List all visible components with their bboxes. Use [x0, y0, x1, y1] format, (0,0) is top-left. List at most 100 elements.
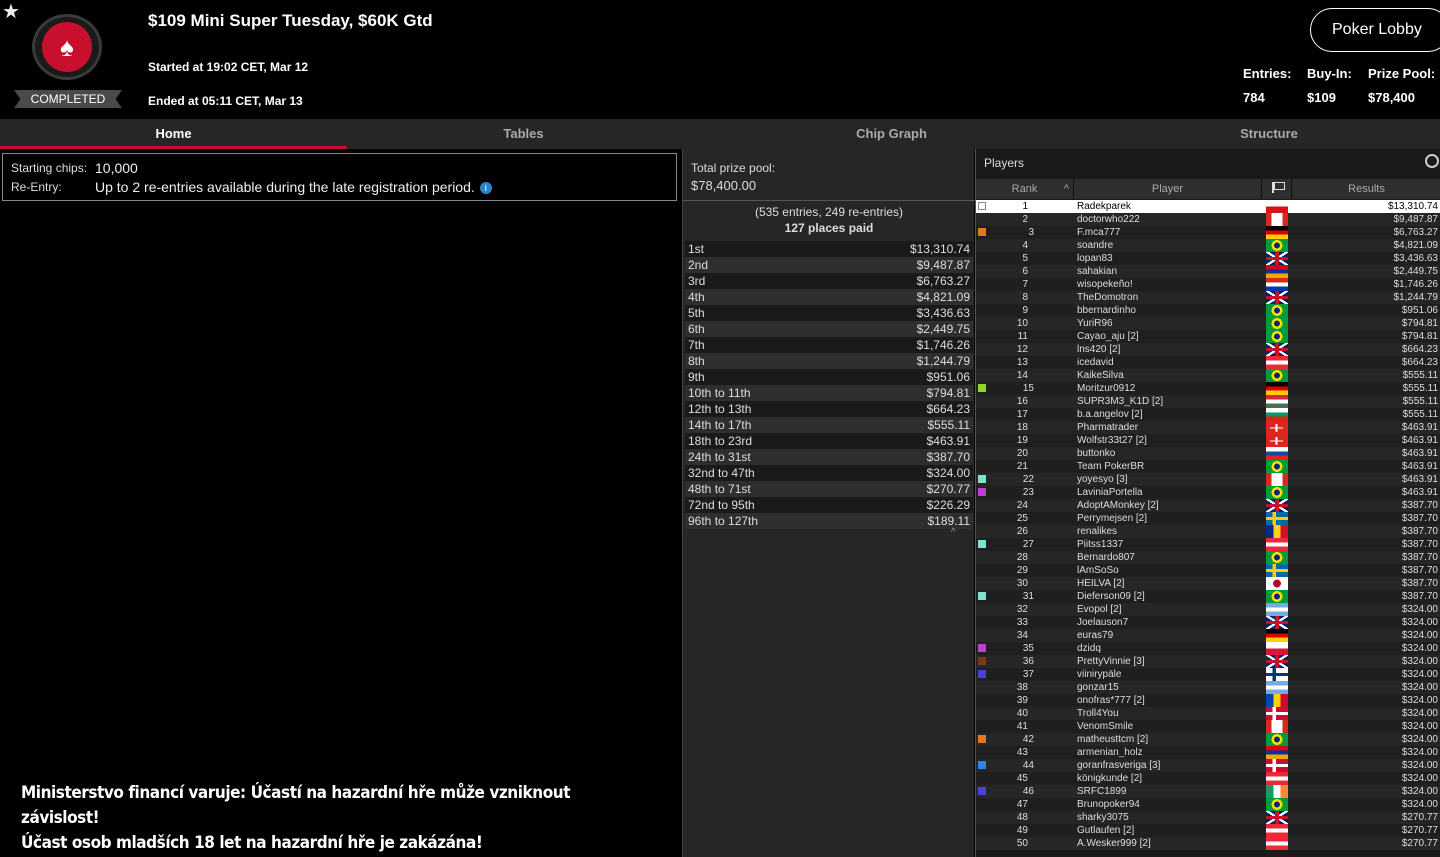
player-row[interactable]: 3 F.mca777 $6,763.27 [976, 226, 1440, 239]
player-row[interactable]: 20 buttonko $463.91 [976, 447, 1440, 460]
player-row[interactable]: 15 Moritzur0912 $555.11 [976, 382, 1440, 395]
player-row[interactable]: 28 Bernardo807 $387.70 [976, 551, 1440, 564]
search-icon[interactable] [1425, 154, 1439, 168]
payout-amount: $9,487.87 [916, 258, 970, 272]
payout-amount: $463.91 [926, 434, 970, 448]
tab-chip-graph[interactable]: Chip Graph [700, 119, 1083, 149]
buyin-summary: Buy-In: $109 [1307, 66, 1352, 105]
country-flag-icon [1266, 408, 1288, 421]
player-rank: 39 [1016, 695, 1028, 706]
flag-icon [1271, 182, 1285, 193]
player-row[interactable]: 40 Troll4You $324.00 [976, 707, 1440, 720]
player-name: doctorwho222 [1077, 214, 1140, 225]
player-row[interactable]: 41 VenomSmile $324.00 [976, 720, 1440, 733]
player-row[interactable]: 29 lAmSoSo $387.70 [976, 564, 1440, 577]
player-row[interactable]: 48 sharky3075 $270.77 [976, 811, 1440, 824]
player-row[interactable]: 8 TheDomotron $1,244.79 [976, 291, 1440, 304]
player-row[interactable]: 12 lns420 [2] $664.23 [976, 343, 1440, 356]
favorite-star-icon[interactable]: ★ [2, 2, 20, 22]
player-column-header[interactable]: Player [1074, 179, 1262, 199]
player-row[interactable]: 9 bbernardinho $951.06 [976, 304, 1440, 317]
tab-tables[interactable]: Tables [347, 119, 700, 149]
player-row[interactable]: 23 LaviniaPortella $463.91 [976, 486, 1440, 499]
payout-amount: $387.70 [926, 450, 970, 464]
player-row[interactable]: 33 Joelauson7 $324.00 [976, 616, 1440, 629]
player-row[interactable]: 34 euras79 $324.00 [976, 629, 1440, 642]
country-flag-icon [1266, 200, 1288, 213]
info-icon[interactable]: i [479, 182, 492, 194]
player-row[interactable]: 30 HEILVA [2] $387.70 [976, 577, 1440, 590]
player-row[interactable]: 24 AdoptAMonkey [2] $387.70 [976, 499, 1440, 512]
player-row[interactable]: 36 PrettyVinnie [3] $324.00 [976, 655, 1440, 668]
player-row[interactable]: 32 Evopol [2] $324.00 [976, 603, 1440, 616]
collapse-caret-icon[interactable]: ^ [951, 527, 956, 538]
player-row[interactable]: 27 Piitss1337 $387.70 [976, 538, 1440, 551]
player-row[interactable]: 19 Wolfstr33t27 [2] $463.91 [976, 434, 1440, 447]
rank-column-header[interactable]: Rank ^ [976, 179, 1074, 199]
player-row[interactable]: 25 Perrymejsen [2] $387.70 [976, 512, 1440, 525]
country-flag-icon [1266, 265, 1288, 278]
payout-row: 2nd $9,487.87 [685, 257, 973, 273]
player-name: A.Wesker999 [2] [1077, 838, 1151, 849]
player-result: $6,763.27 [1393, 227, 1439, 238]
player-name: lAmSoSo [1077, 565, 1119, 576]
player-name: soandre [1077, 240, 1114, 251]
player-row[interactable]: 18 Pharmatrader $463.91 [976, 421, 1440, 434]
tab-home[interactable]: Home [0, 119, 347, 149]
player-row[interactable]: 13 icedavid $664.23 [976, 356, 1440, 369]
player-rank: 34 [1016, 630, 1028, 641]
player-row[interactable]: 21 Team PokerBR $463.91 [976, 460, 1440, 473]
payout-place: 6th [688, 322, 705, 336]
payout-amount: $324.00 [926, 466, 970, 480]
player-rank: 18 [1016, 422, 1028, 433]
player-name: AdoptAMonkey [2] [1077, 500, 1159, 511]
player-note-color-marker [978, 592, 986, 600]
player-row[interactable]: 35 dzidq $324.00 [976, 642, 1440, 655]
player-row[interactable]: 38 gonzar15 $324.00 [976, 681, 1440, 694]
player-name: sharky3075 [1077, 812, 1129, 823]
player-row[interactable]: 11 Cayao_aju [2] $794.81 [976, 330, 1440, 343]
player-row[interactable]: 50 A.Wesker999 [2] $270.77 [976, 837, 1440, 850]
player-rank: 13 [1016, 357, 1028, 368]
player-result: $463.91 [1401, 487, 1438, 498]
player-row[interactable]: 26 renalikes $387.70 [976, 525, 1440, 538]
player-name: SRFC1899 [1077, 786, 1127, 797]
player-row[interactable]: 16 SUPR3M3_K1D [2] $555.11 [976, 395, 1440, 408]
player-row[interactable]: 39 onofras*777 [2] $324.00 [976, 694, 1440, 707]
country-column-header[interactable] [1262, 179, 1292, 199]
country-flag-icon [1266, 772, 1288, 785]
player-row[interactable]: 44 goranfrasveriga [3] $324.00 [976, 759, 1440, 772]
player-rank: 14 [1016, 370, 1028, 381]
player-row[interactable]: 1 Radekparek $13,310.74 [976, 200, 1440, 213]
player-rank: 4 [1022, 240, 1028, 251]
player-row[interactable]: 49 Gutlaufen [2] $270.77 [976, 824, 1440, 837]
player-row[interactable]: 43 armenian_holz $324.00 [976, 746, 1440, 759]
player-row[interactable]: 42 matheusttcm [2] $324.00 [976, 733, 1440, 746]
player-result: $951.06 [1401, 305, 1438, 316]
player-row[interactable]: 31 Dieferson09 [2] $387.70 [976, 590, 1440, 603]
tab-structure[interactable]: Structure [1083, 119, 1440, 149]
player-result: $463.91 [1401, 474, 1438, 485]
country-flag-icon [1266, 473, 1288, 486]
player-rank: 30 [1016, 578, 1028, 589]
player-row[interactable]: 14 KaikeSilva $555.11 [976, 369, 1440, 382]
starting-chips-value: 10,000 [95, 160, 138, 176]
player-row[interactable]: 46 SRFC1899 $324.00 [976, 785, 1440, 798]
player-row[interactable]: 17 b.a.angelov [2] $555.11 [976, 408, 1440, 421]
player-row[interactable]: 22 yoyesyo [3] $463.91 [976, 473, 1440, 486]
player-row[interactable]: 47 Brunopoker94 $324.00 [976, 798, 1440, 811]
player-row[interactable]: 2 doctorwho222 $9,487.87 [976, 213, 1440, 226]
player-row[interactable]: 10 YuriR96 $794.81 [976, 317, 1440, 330]
player-row[interactable]: 4 soandre $4,821.09 [976, 239, 1440, 252]
payout-row: 5th $3,436.63 [685, 305, 973, 321]
player-row[interactable]: 5 lopan83 $3,436.63 [976, 252, 1440, 265]
player-note-color-marker [978, 657, 986, 665]
player-row[interactable]: 37 viinirypäle $324.00 [976, 668, 1440, 681]
poker-lobby-button[interactable]: Poker Lobby [1310, 8, 1440, 52]
player-row[interactable]: 6 sahakian $2,449.75 [976, 265, 1440, 278]
country-flag-icon [1266, 668, 1288, 681]
results-column-header[interactable]: Results [1292, 179, 1440, 199]
payout-amount: $1,746.26 [916, 338, 970, 352]
player-row[interactable]: 7 wisopekeño! $1,746.26 [976, 278, 1440, 291]
player-row[interactable]: 45 königkunde [2] $324.00 [976, 772, 1440, 785]
